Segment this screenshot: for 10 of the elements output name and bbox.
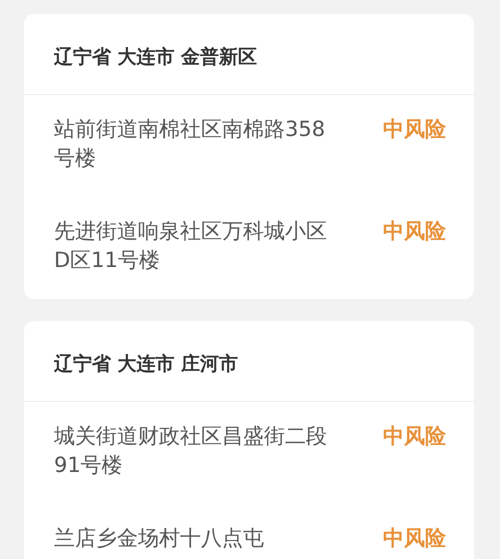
region-title: 辽宁省 大连市 金普新区: [24, 14, 474, 95]
risk-level-label: 中风险: [383, 116, 446, 143]
risk-level-label: 中风险: [383, 423, 446, 450]
address-text: 城关街道财政社区昌盛街二段91号楼: [54, 423, 328, 479]
risk-level-label: 中风险: [383, 218, 446, 245]
address-text: 兰店乡金场村十八点屯: [54, 525, 265, 552]
region-title: 辽宁省 大连市 庄河市: [24, 321, 474, 402]
address-text: 先进街道响泉社区万科城小区D区11号楼: [54, 218, 328, 274]
address-text: 站前街道南棉社区南棉路358号楼: [54, 116, 326, 172]
risk-level-label: 中风险: [383, 525, 446, 552]
